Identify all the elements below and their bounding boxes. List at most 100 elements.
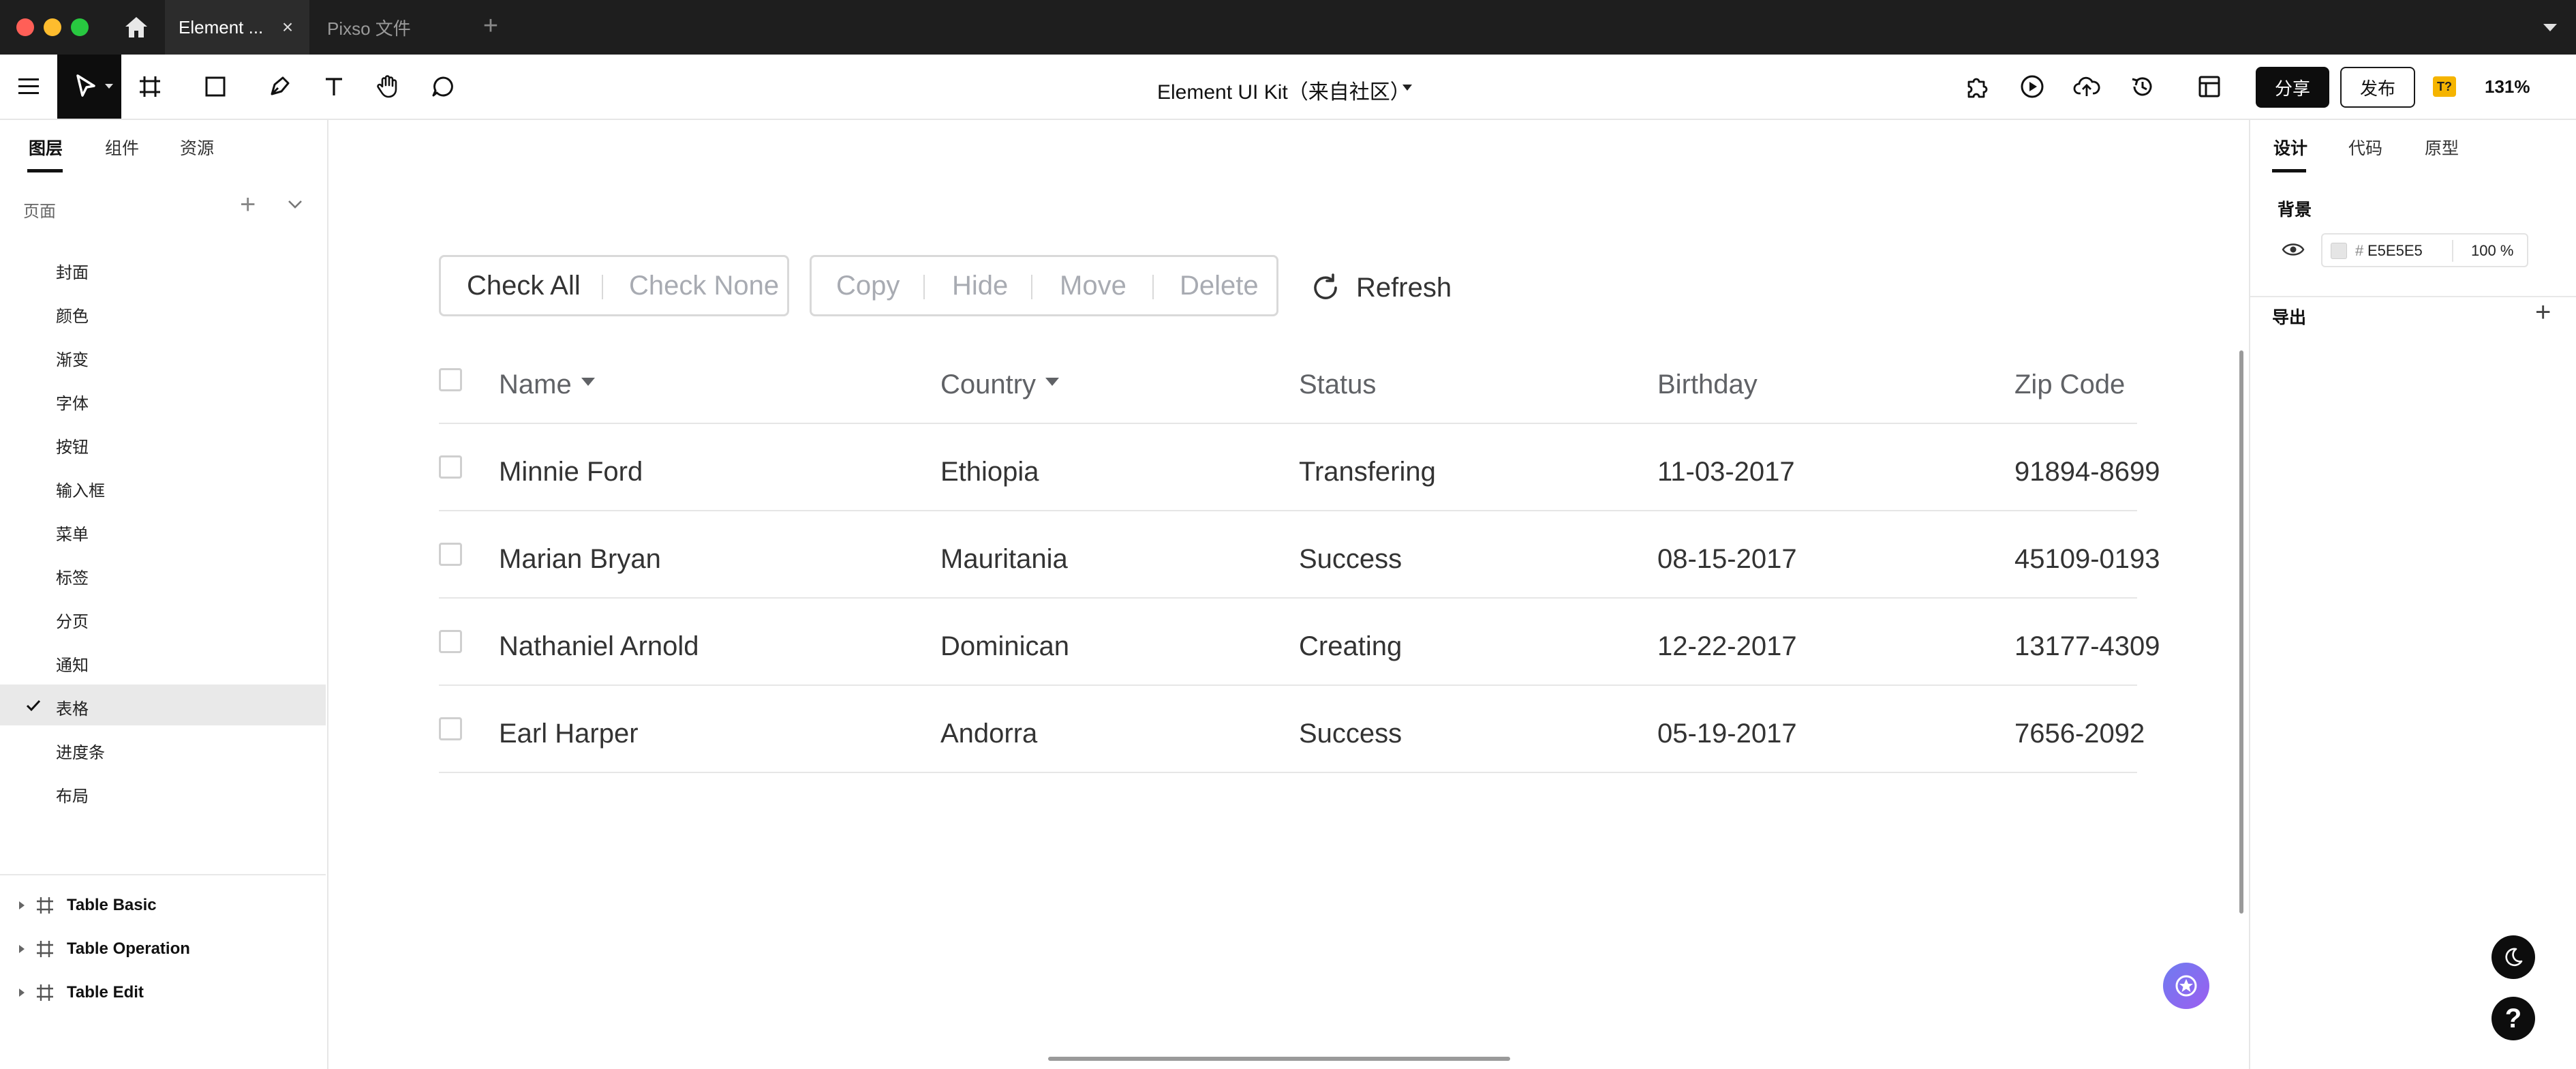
zoom-level[interactable]: 131%	[2485, 76, 2530, 97]
page-item[interactable]: 分页	[0, 597, 326, 638]
page-item[interactable]: 按钮	[0, 423, 326, 464]
page-item[interactable]: 标签	[0, 554, 326, 594]
page-item-label: 表格	[56, 700, 89, 719]
delete-button[interactable]: Delete	[1180, 257, 1259, 314]
layer-item-table-basic[interactable]: Table Basic	[0, 885, 326, 926]
horizontal-scrollbar[interactable]	[1048, 1057, 1510, 1061]
page-item-label: 菜单	[56, 526, 89, 544]
page-item[interactable]: 封面	[0, 248, 326, 289]
divider	[439, 684, 2137, 686]
close-window-button[interactable]	[16, 18, 34, 36]
tab-element-ui-kit[interactable]: Element ... ×	[165, 0, 309, 55]
select-all-checkbox[interactable]	[439, 368, 462, 391]
frame-icon	[35, 983, 55, 1002]
cell-zip-code: 45109-0193	[2014, 544, 2160, 574]
cell-status: Creating	[1299, 631, 1402, 661]
divider	[439, 597, 2137, 599]
cell-status: Transfering	[1299, 457, 1436, 487]
page-item[interactable]: 渐变	[0, 335, 326, 376]
page-item[interactable]: 通知	[0, 641, 326, 682]
page-item[interactable]: 进度条	[0, 728, 326, 769]
layer-label: Table Edit	[67, 983, 144, 1002]
opacity-input[interactable]: 100 %	[2471, 242, 2513, 260]
tab-pixso-file[interactable]: Pixso 文件	[327, 0, 411, 55]
row-checkbox[interactable]	[439, 543, 462, 566]
move-button[interactable]: Move	[1060, 257, 1126, 314]
home-icon[interactable]	[117, 12, 155, 42]
add-export-icon[interactable]: +	[2535, 299, 2551, 326]
chevron-down-icon[interactable]	[1402, 85, 1412, 91]
row-checkbox[interactable]	[439, 455, 462, 479]
expand-arrow-icon[interactable]	[19, 901, 25, 909]
dark-mode-icon[interactable]	[2491, 935, 2535, 979]
page-item-label: 标签	[56, 569, 89, 588]
design-canvas[interactable]: Check All Check None Copy Hide Move Dele…	[328, 120, 2248, 1069]
page-item[interactable]: 输入框	[0, 466, 326, 507]
hide-button[interactable]: Hide	[952, 257, 1008, 314]
eye-icon[interactable]	[2282, 241, 2305, 258]
vertical-scrollbar[interactable]	[2239, 350, 2243, 914]
plugin-icon[interactable]	[1961, 70, 1994, 103]
pen-tool-icon[interactable]	[263, 70, 296, 103]
page-item-label: 封面	[56, 264, 89, 282]
chevron-down-icon[interactable]	[285, 194, 305, 214]
page-item[interactable]: 颜色	[0, 292, 326, 333]
minimize-window-button[interactable]	[44, 18, 61, 36]
check-none-button[interactable]: Check None	[629, 257, 779, 314]
cell-name: Minnie Ford	[499, 457, 643, 487]
page-item[interactable]: 布局	[0, 772, 326, 813]
share-button[interactable]: 分享	[2256, 67, 2329, 108]
layer-item-table-operation[interactable]: Table Operation	[0, 929, 326, 969]
check-all-button[interactable]: Check All	[467, 257, 581, 314]
move-tool-button[interactable]	[57, 55, 121, 119]
ai-assistant-icon[interactable]	[2163, 963, 2209, 1009]
close-icon[interactable]: ×	[278, 18, 297, 37]
expand-arrow-icon[interactable]	[19, 989, 25, 997]
rectangle-tool-icon[interactable]	[199, 70, 232, 103]
background-color-field[interactable]: # E5E5E5 100 %	[2321, 233, 2528, 267]
document-title[interactable]: Element UI Kit（来自社区）	[1157, 75, 1411, 105]
pages-section-title: 页面	[23, 202, 56, 221]
tab-code[interactable]: 代码	[2348, 135, 2382, 160]
copy-button[interactable]: Copy	[836, 257, 900, 314]
help-icon[interactable]: ?	[2491, 997, 2535, 1040]
expand-arrow-icon[interactable]	[19, 945, 25, 953]
cell-status: Success	[1299, 544, 1402, 574]
history-icon[interactable]	[2126, 70, 2159, 103]
frame-tool-icon[interactable]	[134, 70, 166, 103]
text-tool-icon[interactable]	[318, 70, 350, 103]
tab-assets[interactable]: 资源	[180, 135, 214, 160]
page-item-label: 按钮	[56, 438, 89, 457]
add-page-icon[interactable]: +	[240, 191, 256, 218]
maximize-window-button[interactable]	[71, 18, 89, 36]
main-menu-icon[interactable]	[12, 70, 45, 103]
page-item-selected[interactable]: 表格	[0, 684, 326, 725]
layout-view-icon[interactable]	[2193, 70, 2226, 103]
play-icon[interactable]	[2016, 70, 2049, 103]
cloud-upload-icon[interactable]	[2070, 70, 2103, 103]
new-tab-icon[interactable]: +	[477, 12, 504, 40]
chevron-down-icon[interactable]	[105, 84, 113, 89]
tab-components[interactable]: 组件	[105, 135, 139, 160]
color-swatch[interactable]	[2331, 243, 2347, 259]
check-icon	[25, 697, 42, 714]
page-item[interactable]: 字体	[0, 379, 326, 420]
tab-prototype[interactable]: 原型	[2425, 135, 2459, 160]
chevron-down-icon[interactable]	[2541, 18, 2560, 37]
column-header-country[interactable]: Country	[940, 370, 1060, 400]
page-item[interactable]: 菜单	[0, 510, 326, 551]
row-checkbox[interactable]	[439, 717, 462, 740]
tab-layers[interactable]: 图层	[29, 135, 63, 160]
column-header-name[interactable]: Name	[499, 370, 595, 400]
hex-value-input[interactable]: E5E5E5	[2367, 242, 2423, 260]
refresh-button[interactable]: Refresh	[1310, 269, 1452, 307]
layer-item-table-edit[interactable]: Table Edit	[0, 972, 326, 1013]
comment-tool-icon[interactable]	[427, 70, 459, 103]
missing-font-badge[interactable]: T?	[2433, 76, 2456, 97]
divider	[2250, 296, 2576, 297]
tab-design[interactable]: 设计	[2273, 135, 2307, 160]
hand-tool-icon[interactable]	[372, 70, 405, 103]
publish-button[interactable]: 发布	[2340, 67, 2415, 108]
row-checkbox[interactable]	[439, 630, 462, 653]
left-panel: 图层 组件 资源 页面 + 封面 颜色 渐变 字体 按钮 输入框 菜单 标签 分…	[0, 120, 328, 1069]
